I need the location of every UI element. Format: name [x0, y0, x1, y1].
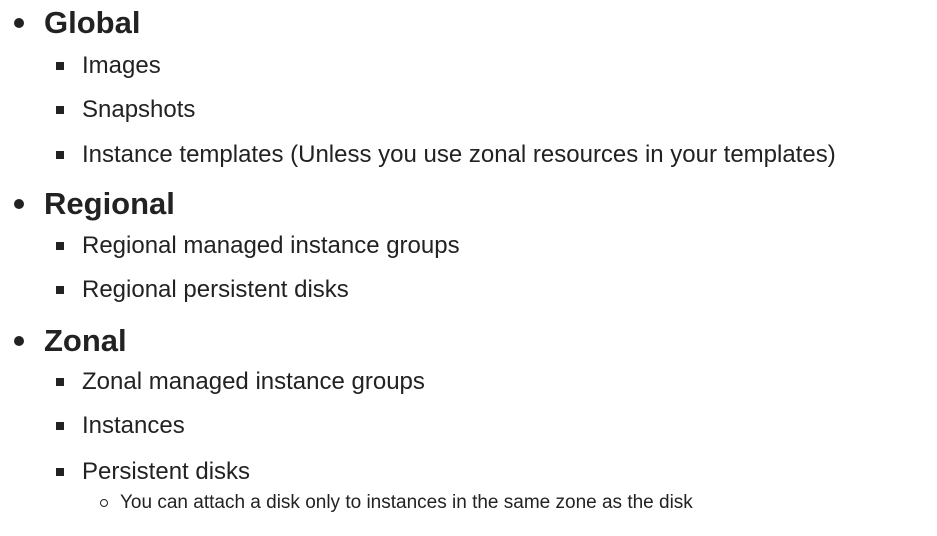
- square-bullet-icon: [56, 468, 64, 476]
- list-item-label: Snapshots: [82, 96, 196, 123]
- list-item-label: Images: [82, 52, 161, 79]
- list-item-label: Regional persistent disks: [82, 276, 349, 303]
- section-title: Zonal: [44, 323, 127, 358]
- square-bullet-icon: [56, 378, 64, 386]
- section-title: Global: [44, 5, 141, 40]
- list-item-label: Regional managed instance groups: [82, 232, 460, 259]
- bullet-icon: [14, 336, 24, 346]
- square-bullet-icon: [56, 151, 64, 159]
- list-item-label: Instance templates (Unless you use zonal…: [82, 141, 836, 168]
- section-regional: Regional: [12, 184, 175, 224]
- section-global: Global: [12, 3, 140, 43]
- list-item: Snapshots: [56, 93, 195, 127]
- list-item-label: Zonal managed instance groups: [82, 368, 425, 395]
- section-title: Regional: [44, 186, 175, 221]
- square-bullet-icon: [56, 106, 64, 114]
- list-item: Regional managed instance groups: [56, 229, 460, 263]
- circle-bullet-icon: [100, 499, 108, 507]
- list-item: Instance templates (Unless you use zonal…: [56, 138, 836, 172]
- list-item: Regional persistent disks: [56, 273, 349, 307]
- sub-list-item-label: You can attach a disk only to instances …: [120, 492, 693, 513]
- section-zonal: Zonal: [12, 321, 127, 361]
- square-bullet-icon: [56, 286, 64, 294]
- square-bullet-icon: [56, 242, 64, 250]
- sub-list-item: You can attach a disk only to instances …: [100, 490, 693, 516]
- bullet-icon: [14, 199, 24, 209]
- square-bullet-icon: [56, 62, 64, 70]
- list-item: Persistent disks: [56, 455, 250, 489]
- list-item: Instances: [56, 409, 185, 443]
- list-item: Images: [56, 49, 161, 83]
- list-item-label: Instances: [82, 412, 185, 439]
- square-bullet-icon: [56, 422, 64, 430]
- bullet-icon: [14, 18, 24, 28]
- list-item: Zonal managed instance groups: [56, 365, 425, 399]
- list-item-label: Persistent disks: [82, 458, 251, 485]
